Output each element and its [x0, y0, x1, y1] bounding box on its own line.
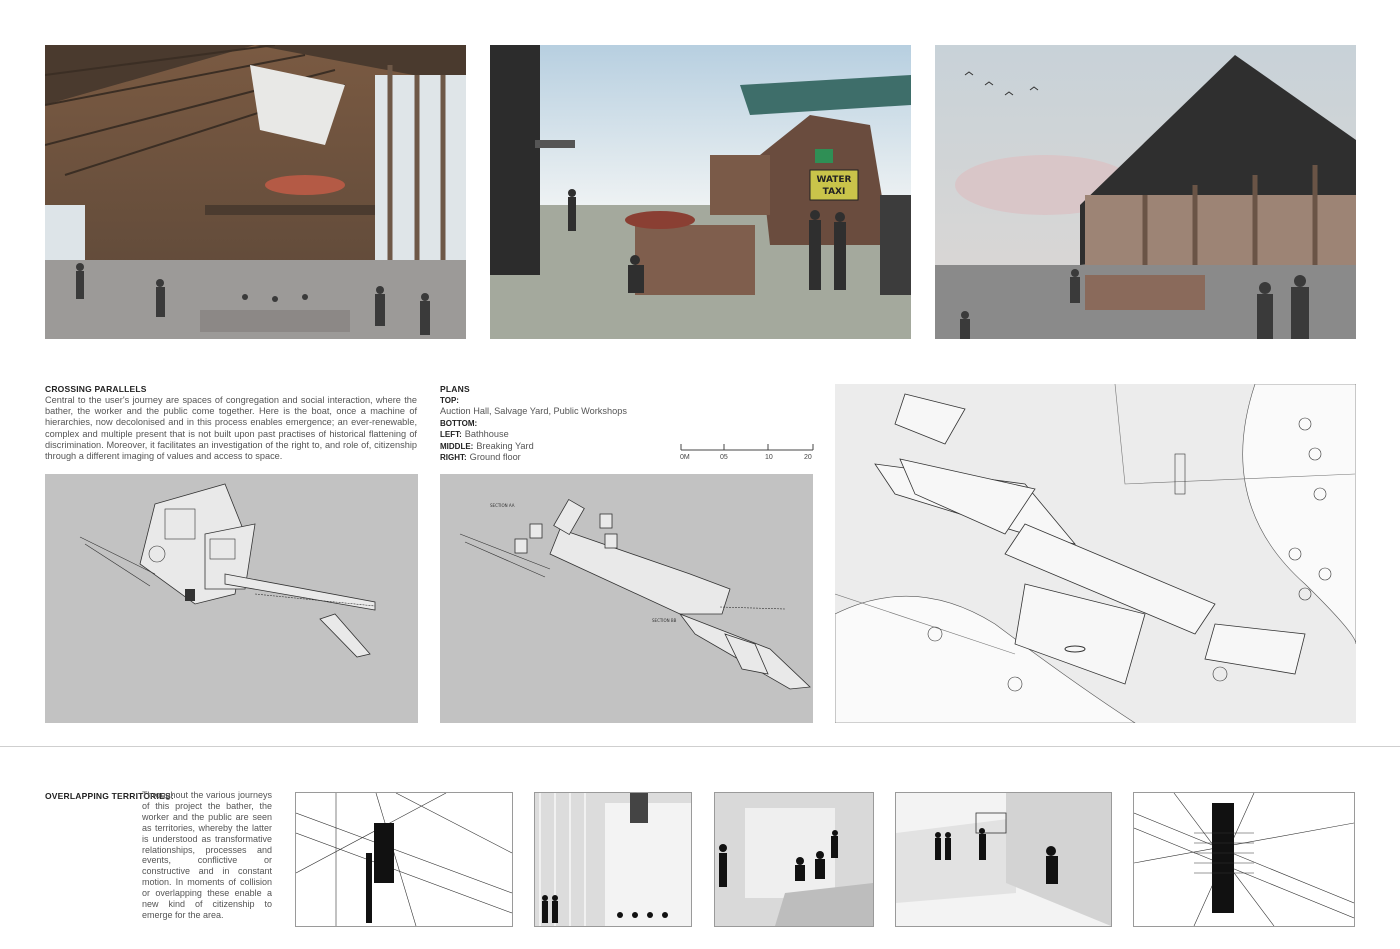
- territory-diagram-2: [534, 792, 692, 927]
- plans-middle-row: MIDDLE: Breaking Yard: [440, 440, 534, 451]
- plans-right-row: RIGHT: Ground floor: [440, 452, 521, 463]
- plans-top-row: TOP:: [440, 396, 459, 405]
- territory-diagram-5: [1133, 792, 1355, 927]
- overlapping-body: Throughout the various journeys of this …: [142, 790, 272, 920]
- public-workshops-render: [935, 45, 1356, 339]
- territory-diagram-3: [714, 792, 874, 927]
- ground-floor-plan: [834, 383, 1357, 724]
- scale-tick-1: 05: [720, 454, 728, 461]
- territory-diagram-1: [295, 792, 513, 927]
- crossing-parallels-body: Central to the user's journey are spaces…: [45, 395, 417, 462]
- auction-hall-render: [45, 45, 466, 339]
- section-bb-label: SECTION BB: [652, 618, 677, 623]
- bathhouse-plan: [45, 474, 418, 723]
- section-aa-label: SECTION AA: [490, 503, 515, 508]
- plans-title: PLANS: [440, 384, 470, 394]
- svg-text:TAXI: TAXI: [823, 187, 846, 197]
- scale-tick-0: 0M: [680, 454, 690, 461]
- scale-bar: 0M 05 10 20: [680, 444, 814, 466]
- scale-tick-2: 10: [765, 454, 773, 461]
- territory-diagram-4: [895, 792, 1112, 927]
- crossing-parallels-title: CROSSING PARALLELS: [45, 384, 147, 394]
- plans-top-value: Auction Hall, Salvage Yard, Public Works…: [440, 406, 627, 417]
- plans-legend: PLANS TOP: Auction Hall, Salvage Yard, P…: [440, 384, 680, 463]
- salvage-yard-render: WATER TAXI: [490, 45, 911, 339]
- plans-left-row: LEFT: Bathhouse: [440, 429, 509, 440]
- breaking-yard-plan: SECTION AA SECTION BB: [440, 474, 813, 723]
- section-divider: [0, 746, 1400, 747]
- svg-text:WATER: WATER: [816, 175, 851, 185]
- plans-bottom-row: BOTTOM:: [440, 418, 478, 428]
- scale-tick-3: 20: [804, 454, 812, 461]
